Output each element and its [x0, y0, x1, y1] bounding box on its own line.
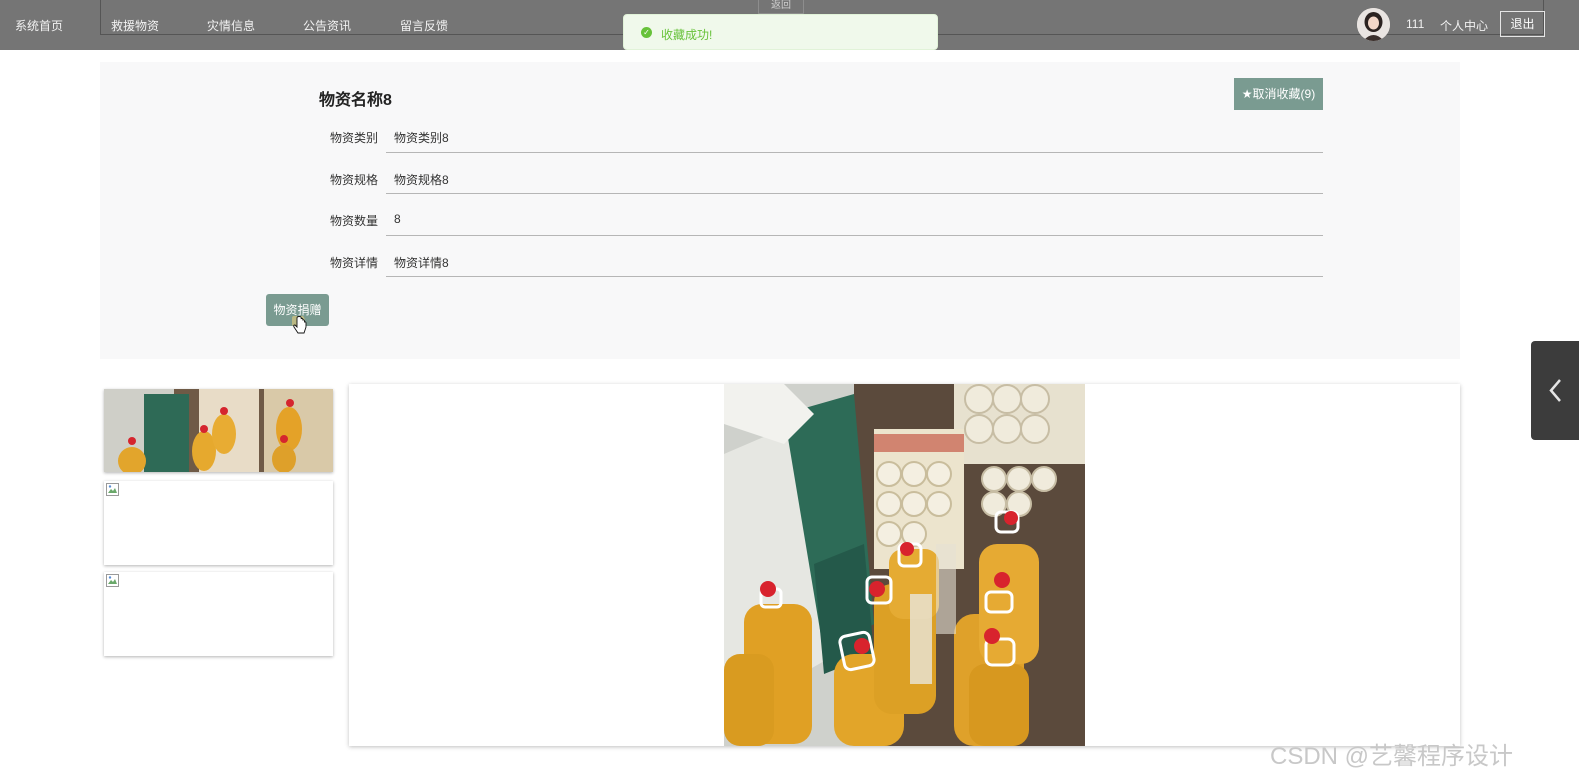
field-value-spec: 物资规格8	[394, 173, 449, 187]
watermark: CSDN @艺馨程序设计	[1270, 743, 1514, 770]
broken-image-icon	[106, 574, 119, 587]
divider	[386, 193, 1323, 194]
side-drawer-toggle[interactable]	[1531, 341, 1579, 440]
field-value-details: 物资详情8	[394, 256, 449, 270]
divider	[386, 152, 1323, 153]
divider	[386, 235, 1323, 236]
thumbnail-2[interactable]	[104, 481, 333, 565]
nav-item-feedback[interactable]: 留言反馈	[400, 17, 448, 34]
nav-item-disaster-info[interactable]: 灾情信息	[207, 17, 255, 34]
chevron-left-icon	[1549, 379, 1561, 402]
nav-item-home[interactable]: 系统首页	[15, 17, 63, 34]
field-label-details: 物资详情	[329, 256, 378, 270]
field-label-category: 物资类别	[329, 131, 378, 145]
success-toast: ✓ 收藏成功!	[623, 14, 938, 50]
logout-button[interactable]: 退出	[1500, 11, 1545, 37]
thumbnail-1[interactable]	[104, 389, 333, 472]
nav-item-relief-supplies[interactable]: 救援物资	[111, 17, 159, 34]
supplies-photo-thumbnail	[104, 389, 333, 472]
back-button[interactable]: 返回	[758, 0, 804, 14]
page-title: 物资名称8	[319, 92, 392, 109]
field-label-quantity: 物资数量	[329, 214, 378, 228]
divider	[386, 276, 1323, 277]
nav-item-announcements[interactable]: 公告资讯	[303, 17, 351, 34]
username: 111	[1406, 17, 1425, 31]
unfavorite-button[interactable]: ★取消收藏(9)	[1234, 78, 1323, 110]
field-label-spec: 物资规格	[329, 173, 378, 187]
field-value-category: 物资类别8	[394, 131, 449, 145]
thumbnail-3[interactable]	[104, 572, 333, 656]
broken-image-icon	[106, 483, 119, 496]
field-value-quantity: 8	[394, 212, 401, 226]
supplies-photo	[724, 384, 1085, 746]
main-supplies-photo[interactable]	[724, 384, 1085, 746]
personal-center-link[interactable]: 个人中心	[1440, 17, 1488, 34]
hand-cursor-icon	[292, 316, 307, 334]
check-circle-icon: ✓	[641, 27, 652, 38]
avatar[interactable]	[1357, 8, 1390, 41]
toast-message: 收藏成功!	[661, 28, 713, 42]
